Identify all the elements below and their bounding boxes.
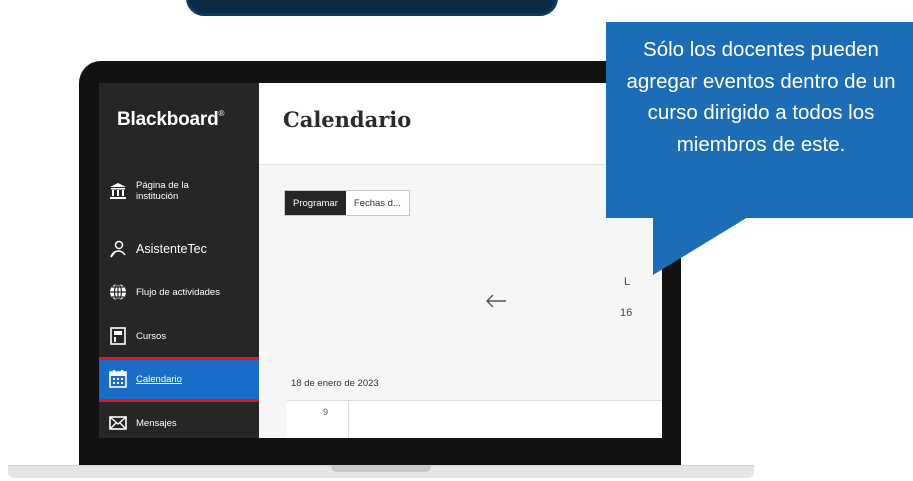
sidebar: Blackboard® Página de la institución Asi… <box>99 83 262 438</box>
day-grid[interactable]: 9 <box>287 400 662 438</box>
brand-trademark: ® <box>218 109 225 118</box>
sidebar-item-label: Cursos <box>136 330 167 342</box>
laptop-screen: Blackboard® Página de la institución Asi… <box>99 83 662 438</box>
sidebar-item-label: Mensajes <box>136 417 177 429</box>
sidebar-item-label: Página de la institución <box>136 180 189 202</box>
sidebar-item-messages[interactable]: Mensajes <box>99 412 259 434</box>
globe-icon <box>107 281 129 303</box>
info-callout: Sólo los docentes pueden agregar eventos… <box>606 22 913 218</box>
sidebar-item-label: AsistenteTec <box>136 241 207 256</box>
hour-label: 9 <box>323 407 329 417</box>
weekday-label: L <box>624 276 631 288</box>
callout-text: Sólo los docentes pueden agregar eventos… <box>626 38 896 156</box>
main-content: Calendario Programar Fechas d... L 16 18… <box>259 83 662 438</box>
callout-pointer <box>653 217 748 275</box>
sidebar-item-courses[interactable]: Cursos <box>99 325 259 347</box>
page-header: Calendario <box>259 83 662 165</box>
courses-icon <box>107 325 129 347</box>
brand-logo[interactable]: Blackboard® <box>117 109 224 131</box>
user-icon <box>107 238 129 260</box>
page-title: Calendario <box>283 107 412 132</box>
highlight-outline <box>99 357 262 402</box>
sidebar-item-label: Flujo de actividades <box>136 286 220 298</box>
day-number[interactable]: 16 <box>620 307 632 319</box>
sidebar-item-user[interactable]: AsistenteTec <box>99 238 259 260</box>
calendar-body: Programar Fechas d... <box>259 165 662 438</box>
envelope-icon <box>107 412 129 434</box>
tab-due-dates[interactable]: Fechas d... <box>346 191 409 215</box>
laptop-notch <box>331 465 431 472</box>
date-heading: 18 de enero de 2023 <box>291 378 379 389</box>
sidebar-item-institution[interactable]: Página de la institución <box>99 180 259 202</box>
brand-name: Blackboard <box>117 109 219 130</box>
previous-arrow-icon[interactable] <box>485 293 507 309</box>
institution-icon <box>107 180 129 202</box>
view-tabs: Programar Fechas d... <box>284 190 410 216</box>
hour-gutter: 9 <box>287 401 349 438</box>
tab-schedule[interactable]: Programar <box>285 191 346 215</box>
sidebar-item-activity-stream[interactable]: Flujo de actividades <box>99 281 259 303</box>
top-banner <box>186 0 558 16</box>
